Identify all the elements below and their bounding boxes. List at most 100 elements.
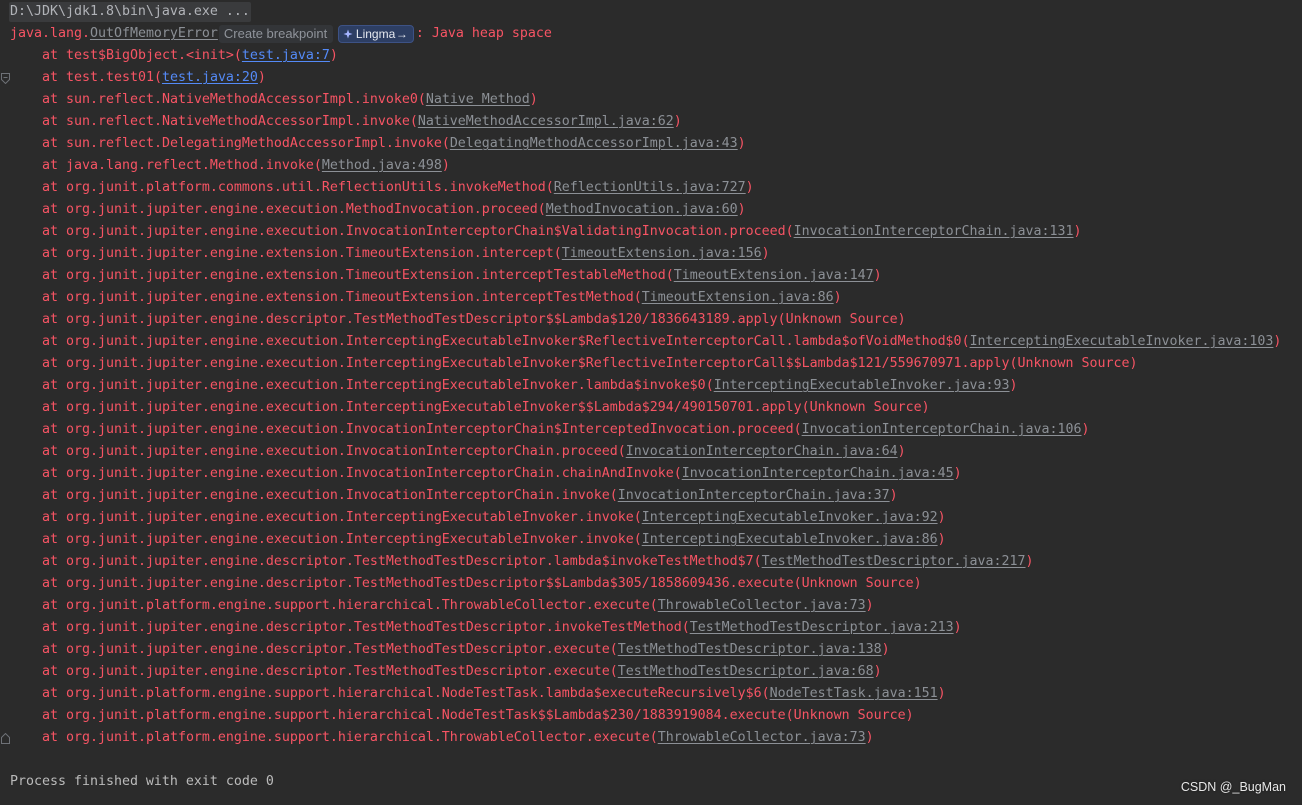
library-source-link[interactable]: Method.java:498 — [322, 158, 442, 173]
stack-frame: at org.junit.platform.engine.support.hie… — [42, 730, 874, 745]
library-source-link[interactable]: Native Method — [426, 92, 530, 107]
frame-prefix: at — [42, 730, 58, 745]
library-source-link[interactable]: InterceptingExecutableInvoker.java:103 — [970, 334, 1274, 349]
frame-method: org.junit.jupiter.engine.extension.Timeo… — [66, 268, 666, 283]
exception-class-link[interactable]: OutOfMemoryError — [90, 26, 218, 41]
library-source-link[interactable]: InterceptingExecutableInvoker.java:92 — [642, 510, 938, 525]
stack-frame: at org.junit.jupiter.engine.execution.In… — [42, 488, 898, 503]
frame-prefix: at — [42, 686, 58, 701]
library-source-link[interactable]: NodeTestTask.java:151 — [770, 686, 938, 701]
stack-frame: at org.junit.platform.engine.support.hie… — [42, 598, 874, 613]
library-source-link[interactable]: TestMethodTestDescriptor.java:217 — [762, 554, 1026, 569]
frame-prefix: at — [42, 642, 58, 657]
library-source-link[interactable]: MethodInvocation.java:60 — [546, 202, 738, 217]
stack-frame: at org.junit.jupiter.engine.execution.In… — [42, 510, 946, 525]
frame-method: org.junit.jupiter.engine.descriptor.Test… — [66, 620, 682, 635]
frame-method: org.junit.jupiter.engine.descriptor.Test… — [66, 642, 610, 657]
frame-method: org.junit.jupiter.engine.execution.Inter… — [66, 400, 802, 415]
frame-prefix: at — [42, 532, 58, 547]
stack-frame: at sun.reflect.NativeMethodAccessorImpl.… — [42, 114, 682, 129]
stack-frame: at org.junit.jupiter.engine.execution.In… — [42, 466, 962, 481]
stack-trace: at test$BigObject.<init>(test.java:7) at … — [0, 45, 1302, 749]
exception-package: java.lang. — [10, 26, 90, 41]
frame-method: sun.reflect.NativeMethodAccessorImpl.inv… — [66, 114, 410, 129]
unknown-source-label: Unknown Source — [801, 576, 914, 591]
library-source-link[interactable]: ThrowableCollector.java:73 — [658, 598, 866, 613]
frame-prefix: at — [42, 246, 58, 261]
library-source-link[interactable]: TimeoutExtension.java:147 — [674, 268, 874, 283]
frame-method: sun.reflect.NativeMethodAccessorImpl.inv… — [66, 92, 418, 107]
library-source-link[interactable]: InterceptingExecutableInvoker.java:86 — [642, 532, 938, 547]
lingma-label: Lingma — [355, 27, 396, 41]
stack-frame: at org.junit.jupiter.engine.extension.Ti… — [42, 290, 842, 305]
frame-prefix: at — [42, 444, 58, 459]
library-source-link[interactable]: ThrowableCollector.java:73 — [658, 730, 866, 745]
library-source-link[interactable]: TimeoutExtension.java:156 — [562, 246, 762, 261]
stack-frame: at org.junit.jupiter.engine.execution.In… — [42, 378, 1018, 393]
fold-start-icon[interactable] — [1, 73, 10, 84]
frame-method: org.junit.jupiter.engine.descriptor.Test… — [66, 664, 610, 679]
frame-method: test.test01 — [66, 70, 154, 85]
stack-frame: at org.junit.platform.engine.support.hie… — [42, 686, 946, 701]
frame-prefix: at — [42, 202, 58, 217]
stack-frame: at org.junit.jupiter.engine.execution.In… — [42, 532, 946, 547]
stack-frame: at test.test01(test.java:20) — [42, 70, 266, 85]
library-source-link[interactable]: TestMethodTestDescriptor.java:138 — [618, 642, 882, 657]
library-source-link[interactable]: NativeMethodAccessorImpl.java:62 — [418, 114, 674, 129]
stack-frame: at org.junit.jupiter.engine.extension.Ti… — [42, 246, 770, 261]
stack-frame: at sun.reflect.DelegatingMethodAccessorI… — [42, 136, 746, 151]
frame-prefix: at — [42, 664, 58, 679]
library-source-link[interactable]: ReflectionUtils.java:727 — [554, 180, 746, 195]
project-source-link[interactable]: test.java:20 — [162, 70, 258, 85]
frame-method: org.junit.jupiter.engine.execution.Invoc… — [66, 224, 786, 239]
frame-method: org.junit.jupiter.engine.execution.Inter… — [66, 334, 962, 349]
folded-command-line[interactable]: D:\JDK\jdk1.8\bin\java.exe ... — [9, 2, 251, 22]
library-source-link[interactable]: TimeoutExtension.java:86 — [642, 290, 834, 305]
stack-frame: at org.junit.jupiter.engine.execution.In… — [42, 356, 1138, 371]
frame-method: org.junit.jupiter.engine.extension.Timeo… — [66, 290, 634, 305]
unknown-source-label: Unknown Source — [785, 312, 898, 327]
frame-method: org.junit.platform.commons.util.Reflecti… — [66, 180, 546, 195]
create-breakpoint-hint[interactable]: Create breakpoint — [218, 25, 333, 43]
stack-frame: at org.junit.jupiter.engine.execution.Me… — [42, 202, 746, 217]
frame-prefix: at — [42, 708, 58, 723]
exception-line: java.lang.OutOfMemoryError Create breakpo… — [0, 23, 1302, 45]
frame-prefix: at — [42, 224, 58, 239]
library-source-link[interactable]: TestMethodTestDescriptor.java:68 — [618, 664, 874, 679]
fold-end-icon[interactable] — [1, 733, 10, 744]
frame-method: org.junit.jupiter.engine.execution.Invoc… — [66, 422, 794, 437]
library-source-link[interactable]: TestMethodTestDescriptor.java:213 — [690, 620, 954, 635]
command-line-row: D:\JDK\jdk1.8\bin\java.exe ... — [0, 1, 1302, 23]
unknown-source-label: Unknown Source — [793, 708, 906, 723]
frame-method: org.junit.jupiter.engine.descriptor.Test… — [66, 576, 794, 591]
frame-method: org.junit.jupiter.engine.execution.Inter… — [66, 532, 634, 547]
frame-method: org.junit.jupiter.engine.execution.Metho… — [66, 202, 538, 217]
library-source-link[interactable]: InvocationInterceptorChain.java:45 — [682, 466, 954, 481]
frame-method: org.junit.jupiter.engine.execution.Invoc… — [66, 444, 618, 459]
frame-method: org.junit.jupiter.engine.execution.Invoc… — [66, 488, 610, 503]
stack-frame: at org.junit.jupiter.engine.descriptor.T… — [42, 554, 1034, 569]
library-source-link[interactable]: InvocationInterceptorChain.java:131 — [794, 224, 1074, 239]
lingma-button[interactable]: Lingma → — [337, 25, 414, 43]
stack-frame: at org.junit.jupiter.engine.descriptor.T… — [42, 664, 882, 679]
stack-frame: at org.junit.jupiter.engine.descriptor.T… — [42, 642, 890, 657]
library-source-link[interactable]: InvocationInterceptorChain.java:64 — [626, 444, 898, 459]
stack-frame: at org.junit.jupiter.engine.descriptor.T… — [42, 620, 962, 635]
stack-frame: at org.junit.jupiter.engine.execution.In… — [42, 334, 1282, 349]
frame-method: org.junit.platform.engine.support.hierar… — [66, 730, 650, 745]
library-source-link[interactable]: InterceptingExecutableInvoker.java:93 — [714, 378, 1010, 393]
frame-prefix: at — [42, 92, 58, 107]
library-source-link[interactable]: InvocationInterceptorChain.java:37 — [618, 488, 890, 503]
stack-frame: at org.junit.jupiter.engine.execution.In… — [42, 224, 1082, 239]
stack-frame: at org.junit.jupiter.engine.extension.Ti… — [42, 268, 882, 283]
frame-prefix: at — [42, 378, 58, 393]
library-source-link[interactable]: DelegatingMethodAccessorImpl.java:43 — [450, 136, 738, 151]
stack-frame: at org.junit.platform.commons.util.Refle… — [42, 180, 754, 195]
project-source-link[interactable]: test.java:7 — [242, 48, 330, 63]
library-source-link[interactable]: InvocationInterceptorChain.java:106 — [802, 422, 1082, 437]
exception-message: : Java heap space — [415, 26, 552, 41]
stack-frame: at org.junit.jupiter.engine.execution.In… — [42, 444, 906, 459]
frame-method: org.junit.platform.engine.support.hierar… — [66, 686, 762, 701]
frame-prefix: at — [42, 290, 58, 305]
